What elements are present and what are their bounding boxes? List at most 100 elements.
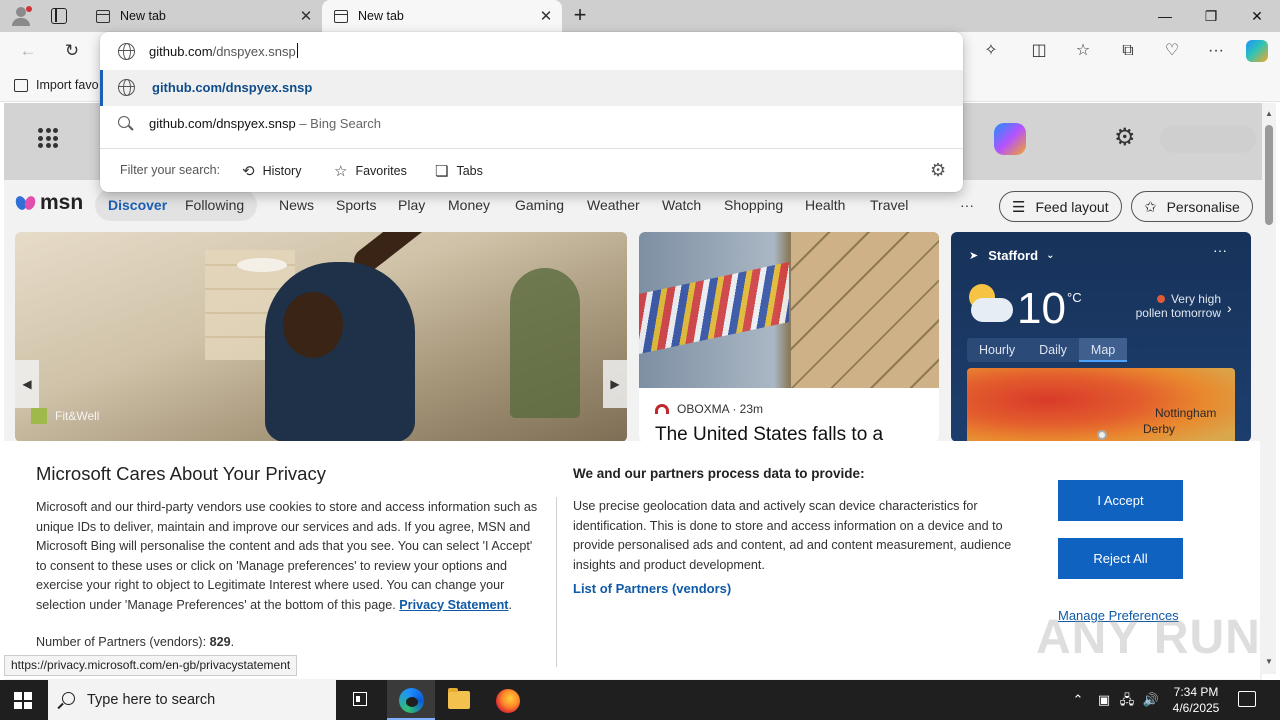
page-settings-gear-icon[interactable]: ⚙ bbox=[1114, 123, 1136, 152]
search-settings-gear-icon[interactable]: ⚙ bbox=[930, 160, 946, 181]
weather-location[interactable]: ➤ Stafford ⌄ bbox=[969, 248, 1054, 263]
tab-new-tab-1[interactable]: New tab ✕ bbox=[84, 0, 322, 32]
personalise-button[interactable]: ✩ Personalise bbox=[1131, 191, 1253, 222]
filter-history-label: History bbox=[262, 164, 302, 178]
windows-taskbar: Type here to search ⌃ ▣ 🖧 🔊 7:34 PM 4/6/… bbox=[0, 680, 1280, 720]
close-tab-icon[interactable]: ✕ bbox=[534, 7, 558, 25]
extensions-icon[interactable]: ✧ bbox=[980, 40, 1002, 62]
publisher-logo-icon bbox=[655, 404, 669, 414]
carousel-next-icon[interactable]: ▶ bbox=[603, 360, 627, 408]
import-favorites-link[interactable]: Import favo bbox=[14, 78, 99, 92]
collections-icon[interactable]: ⧉ bbox=[1117, 40, 1139, 62]
nav-discover[interactable]: Discover bbox=[108, 197, 167, 213]
scroll-down-icon[interactable]: ▼ bbox=[1265, 657, 1273, 666]
reject-all-button[interactable]: Reject All bbox=[1058, 538, 1183, 579]
msn-butterfly-icon bbox=[13, 193, 38, 213]
weather-tab-daily[interactable]: Daily bbox=[1027, 338, 1079, 362]
nav-more-icon[interactable]: ··· bbox=[960, 197, 974, 213]
edge-icon bbox=[399, 688, 424, 713]
filter-favorites[interactable]: ☆ Favorites bbox=[334, 162, 407, 180]
filter-history[interactable]: ⟲ History bbox=[242, 162, 301, 180]
task-view-button[interactable] bbox=[336, 680, 384, 720]
nav-gaming[interactable]: Gaming bbox=[515, 197, 564, 213]
chevron-down-icon: ⌄ bbox=[1046, 250, 1055, 261]
map-pin-icon bbox=[1097, 430, 1107, 440]
hero-story-card[interactable]: Fit&Well bbox=[15, 232, 627, 442]
weather-card[interactable]: ➤ Stafford ⌄ ··· 10 °C Very high pollen … bbox=[951, 232, 1251, 442]
profile-icon[interactable] bbox=[10, 6, 32, 26]
address-bar-dropdown: github.com/dnspyex.snsp github.com/dnspy… bbox=[100, 32, 963, 192]
tab-actions-icon[interactable] bbox=[51, 8, 67, 24]
tray-chevron-up-icon[interactable]: ⌃ bbox=[1068, 680, 1088, 720]
nav-play[interactable]: Play bbox=[398, 197, 425, 213]
nav-money[interactable]: Money bbox=[448, 197, 490, 213]
split-screen-icon[interactable]: ◫ bbox=[1028, 40, 1050, 62]
msn-logo[interactable]: msn bbox=[13, 191, 83, 215]
suggestion-url-text: github.com/dnspyex.snsp bbox=[152, 80, 313, 95]
hero-image-plant bbox=[510, 268, 580, 418]
nav-travel[interactable]: Travel bbox=[870, 197, 908, 213]
history-icon: ⟲ bbox=[242, 163, 255, 180]
nav-news[interactable]: News bbox=[279, 197, 314, 213]
new-tab-plus-icon[interactable]: + bbox=[570, 4, 590, 28]
volume-icon[interactable]: 🔊 bbox=[1140, 680, 1162, 720]
privacy-right-heading: We and our partners process data to prov… bbox=[573, 466, 865, 481]
nav-shopping[interactable]: Shopping bbox=[724, 197, 783, 213]
filter-tabs[interactable]: ❏ Tabs bbox=[435, 162, 483, 180]
hero-source: Fit&Well bbox=[31, 408, 99, 424]
notification-center-icon[interactable] bbox=[1238, 691, 1256, 707]
tab-new-tab-2[interactable]: New tab ✕ bbox=[322, 0, 562, 32]
sign-in-button[interactable] bbox=[1160, 125, 1256, 153]
settings-more-icon[interactable]: ··· bbox=[1205, 40, 1227, 62]
nav-watch[interactable]: Watch bbox=[662, 197, 701, 213]
tray-device-icon[interactable]: ▣ bbox=[1094, 680, 1114, 720]
news-story-card[interactable]: OBOXMA · 23m The United States falls to … bbox=[639, 232, 939, 442]
nav-sports[interactable]: Sports bbox=[336, 197, 376, 213]
import-favorites-label: Import favo bbox=[36, 78, 99, 92]
app-launcher-icon[interactable] bbox=[38, 128, 58, 148]
close-tab-icon[interactable]: ✕ bbox=[294, 7, 318, 25]
copilot-icon[interactable] bbox=[1246, 40, 1268, 62]
taskbar-clock[interactable]: 7:34 PM 4/6/2025 bbox=[1166, 684, 1226, 716]
favorites-star-icon[interactable]: ☆ bbox=[1072, 40, 1094, 62]
weather-temperature: 10 bbox=[1017, 284, 1066, 333]
back-arrow-icon[interactable]: ← bbox=[17, 40, 39, 62]
windows-start-icon[interactable] bbox=[14, 692, 32, 709]
pollen-alert[interactable]: Very high pollen tomorrow bbox=[1133, 292, 1221, 320]
address-bar-input[interactable]: github.com/dnspyex.snsp bbox=[100, 32, 963, 70]
weather-more-icon[interactable]: ··· bbox=[1213, 242, 1227, 258]
scroll-up-icon[interactable]: ▲ bbox=[1265, 109, 1273, 118]
weather-tab-hourly[interactable]: Hourly bbox=[967, 338, 1027, 362]
window-close-icon[interactable]: ✕ bbox=[1234, 0, 1280, 32]
pollen-line-2: pollen tomorrow bbox=[1135, 306, 1221, 320]
chevron-right-icon[interactable]: › bbox=[1227, 300, 1232, 316]
nav-health[interactable]: Health bbox=[805, 197, 845, 213]
suggestion-bing-search[interactable]: github.com/dnspyex.snsp – Bing Search bbox=[100, 106, 963, 142]
browser-essentials-icon[interactable]: ♡ bbox=[1161, 40, 1183, 62]
restore-icon[interactable]: ❐ bbox=[1188, 0, 1234, 32]
taskbar-search-box[interactable]: Type here to search bbox=[48, 680, 336, 720]
file-explorer-taskbar-button[interactable] bbox=[435, 680, 483, 720]
scroll-thumb[interactable] bbox=[1265, 125, 1273, 225]
page-scrollbar[interactable]: ▲ ▼ bbox=[1262, 103, 1276, 674]
carousel-prev-icon[interactable]: ◀ bbox=[15, 360, 39, 408]
network-icon[interactable]: 🖧 bbox=[1117, 680, 1137, 720]
map-label-nottingham: Nottingham bbox=[1155, 406, 1217, 420]
globe-icon bbox=[118, 43, 135, 60]
suggestion-url[interactable]: github.com/dnspyex.snsp bbox=[100, 70, 963, 106]
address-text[interactable]: github.com/dnspyex.snsp bbox=[149, 43, 298, 59]
list-of-partners-link[interactable]: List of Partners (vendors) bbox=[573, 581, 731, 596]
firefox-taskbar-button[interactable] bbox=[484, 680, 532, 720]
weather-map[interactable]: Nottingham Derby bbox=[967, 368, 1235, 442]
accept-button[interactable]: I Accept bbox=[1058, 480, 1183, 521]
refresh-icon[interactable]: ↻ bbox=[61, 40, 83, 62]
copilot-logo-icon[interactable] bbox=[994, 123, 1026, 155]
privacy-statement-link[interactable]: Privacy Statement bbox=[399, 598, 508, 612]
weather-tabs: Hourly Daily Map bbox=[967, 338, 1128, 362]
feed-layout-button[interactable]: ☰ Feed layout bbox=[999, 191, 1122, 222]
edge-taskbar-button[interactable] bbox=[387, 680, 435, 720]
nav-following[interactable]: Following bbox=[185, 197, 244, 213]
minimize-icon[interactable]: — bbox=[1142, 0, 1188, 32]
weather-tab-map[interactable]: Map bbox=[1078, 338, 1128, 362]
nav-weather[interactable]: Weather bbox=[587, 197, 640, 213]
